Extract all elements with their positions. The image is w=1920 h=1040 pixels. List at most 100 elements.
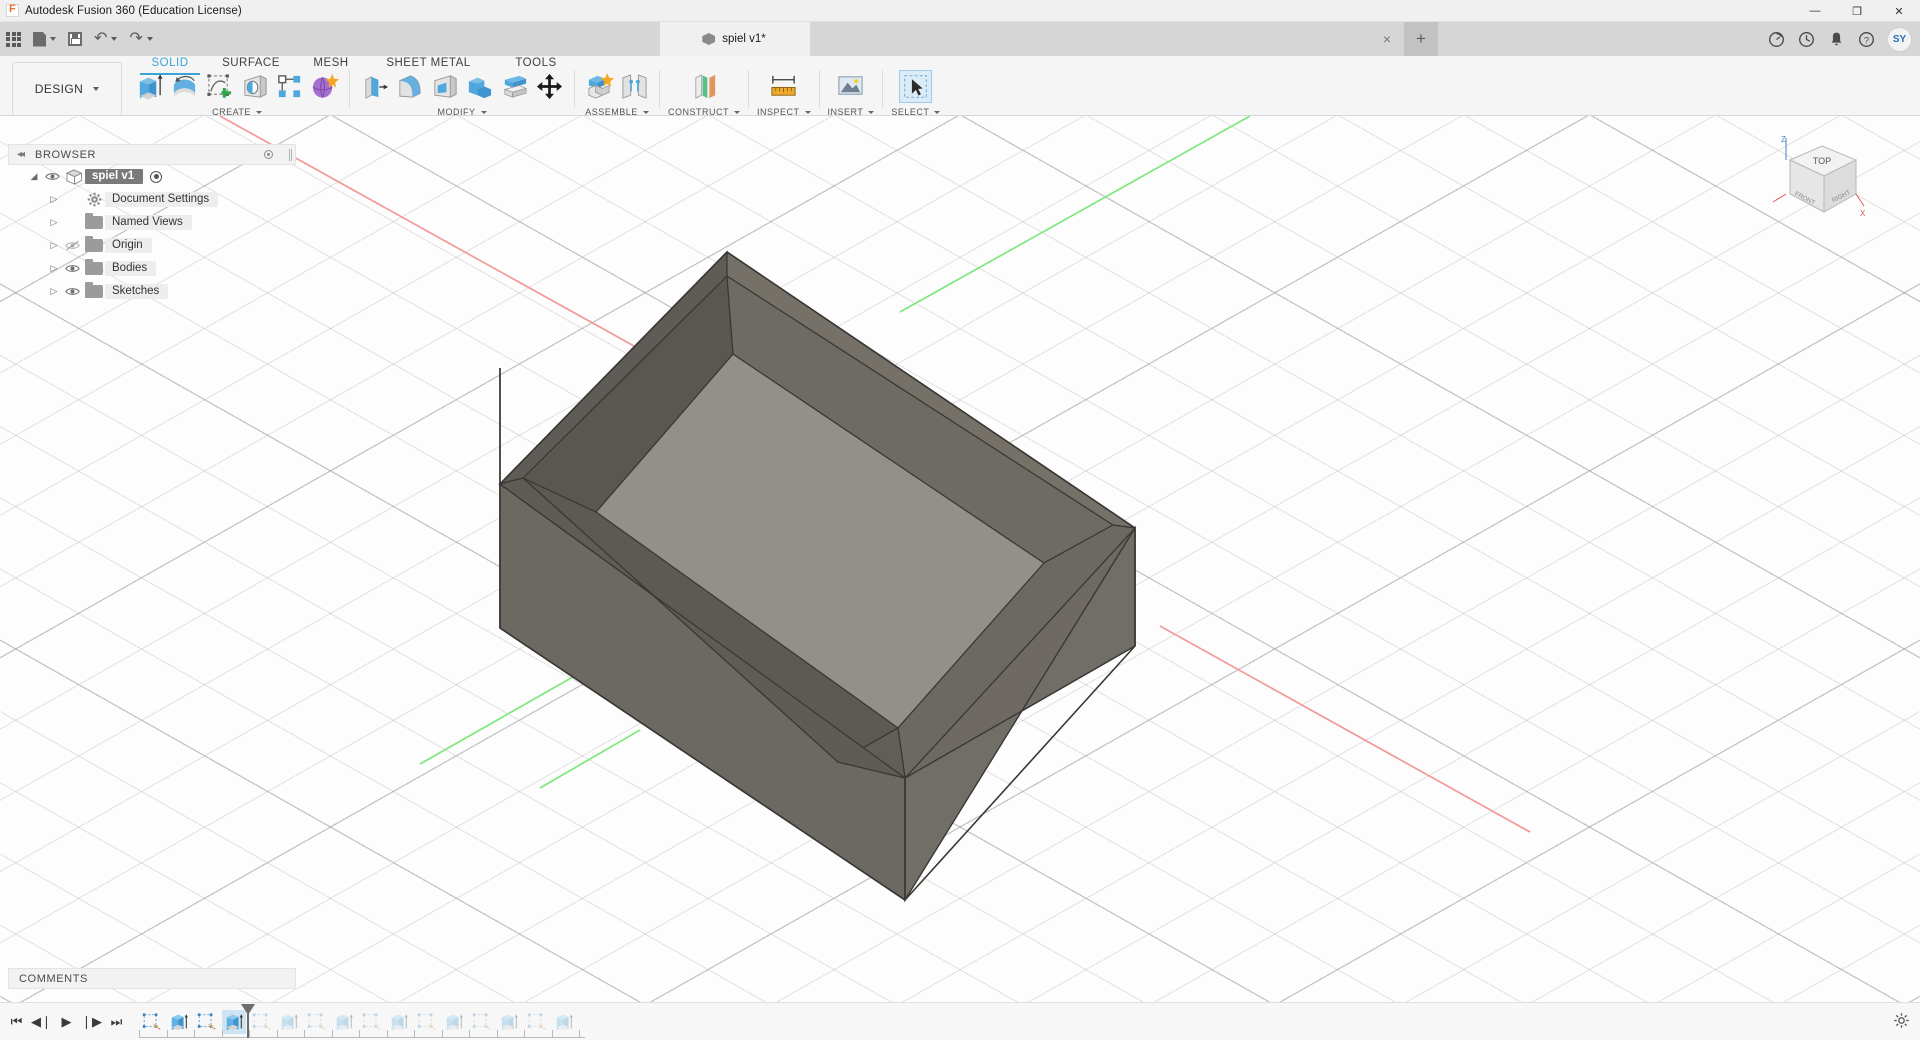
timeline-ruler	[139, 1029, 585, 1038]
gear-icon	[83, 192, 105, 207]
save-button[interactable]	[62, 22, 88, 56]
workspace-selector[interactable]: DESIGN	[12, 62, 122, 116]
redo-button[interactable]: ↷	[123, 22, 158, 56]
insert-mcmaster-icon[interactable]	[834, 70, 867, 103]
timeline-settings-gear-icon[interactable]	[1893, 1012, 1910, 1034]
document-tab-label: spiel v1*	[722, 33, 766, 45]
redo-icon: ↷	[129, 30, 143, 47]
chevron-down-icon	[934, 110, 941, 114]
press-pull-icon[interactable]	[358, 70, 391, 103]
maximize-button[interactable]: ❐	[1836, 0, 1878, 22]
move-copy-icon[interactable]	[533, 70, 566, 103]
ribbon-group-inspect: INSPECT	[754, 70, 814, 117]
hole-icon[interactable]	[238, 70, 271, 103]
chevron-down-icon	[868, 110, 875, 114]
document-tab-strip: spiel v1*	[660, 22, 810, 56]
close-tab-icon[interactable]: ×	[1370, 22, 1404, 56]
browser-tree-item-document-settings[interactable]: ▷ Document Settings	[8, 188, 296, 211]
panel-options-icon[interactable]	[264, 150, 273, 159]
timeline-feature-track[interactable]	[139, 1003, 585, 1038]
ribbon-group-insert: INSERT	[825, 70, 878, 117]
folder-icon	[83, 259, 105, 275]
help-icon[interactable]: ?	[1852, 25, 1880, 53]
tree-item-label: Origin	[105, 238, 152, 253]
browser-tree-item-named-views[interactable]: ▷ Named Views	[8, 211, 296, 234]
timeline-tick	[139, 1029, 140, 1037]
fusion360-application-window: Autodesk Fusion 360 (Education License) …	[0, 0, 1920, 1040]
play-button[interactable]: ▶	[54, 1009, 79, 1035]
new-document-button[interactable]	[27, 22, 62, 56]
recent-activity-icon[interactable]	[1792, 25, 1820, 53]
collapse-panel-icon[interactable]: ◂◂	[17, 149, 25, 160]
bell-icon[interactable]	[1822, 25, 1850, 53]
offset-plane-icon[interactable]	[688, 70, 721, 103]
ribbon-group-select: SELECT	[888, 70, 943, 117]
tree-expand-icon[interactable]: ▷	[46, 240, 62, 251]
tree-item-label: Named Views	[105, 215, 192, 230]
ribbon-group-construct: CONSTRUCT	[665, 70, 743, 117]
shell-icon[interactable]	[428, 70, 461, 103]
job-status-icon[interactable]	[1762, 25, 1790, 53]
tree-expand-icon[interactable]: ▷	[46, 217, 62, 228]
tree-item-label: Bodies	[105, 261, 157, 276]
timeline-tick	[441, 1029, 443, 1037]
browser-header[interactable]: ◂◂ BROWSER	[8, 144, 296, 165]
divider	[882, 70, 884, 108]
eye-icon[interactable]	[62, 286, 83, 297]
fusion-logo-icon	[6, 3, 19, 17]
fillet-icon[interactable]	[393, 70, 426, 103]
measure-icon[interactable]	[767, 70, 800, 103]
document-tab-spiel[interactable]: spiel v1*	[660, 22, 810, 56]
tree-expand-open-icon[interactable]: ◢	[26, 171, 42, 182]
eye-off-icon[interactable]	[62, 240, 83, 251]
tree-expand-icon[interactable]: ▷	[46, 286, 62, 297]
tree-expand-icon[interactable]: ▷	[46, 263, 62, 274]
browser-tree-item-origin[interactable]: ▷ Origin	[8, 234, 296, 257]
combine-icon[interactable]	[463, 70, 496, 103]
comments-title: COMMENTS	[19, 972, 88, 985]
browser-tree-item-bodies[interactable]: ▷ Bodies	[8, 257, 296, 280]
title-bar: Autodesk Fusion 360 (Education License) …	[0, 0, 1920, 22]
timeline-playhead[interactable]	[240, 1003, 255, 1038]
timeline-tick	[359, 1029, 360, 1037]
divider	[574, 70, 575, 108]
close-button[interactable]: ✕	[1878, 0, 1920, 22]
chevron-down-icon	[804, 110, 811, 114]
create-sketch-icon[interactable]	[203, 70, 236, 103]
step-forward-button[interactable]: ❘▶	[79, 1009, 104, 1035]
undo-icon: ↶	[94, 30, 108, 47]
new-tab-button[interactable]: +	[1404, 22, 1438, 56]
joint-icon[interactable]	[618, 70, 651, 103]
minimize-button[interactable]: —	[1794, 0, 1836, 22]
pattern-icon[interactable]	[273, 70, 306, 103]
undo-button[interactable]: ↶	[88, 22, 123, 56]
revolve-icon[interactable]	[168, 70, 201, 103]
apps-grid-icon[interactable]	[0, 22, 27, 56]
comments-panel-header[interactable]: COMMENTS	[8, 968, 296, 989]
account-toolbar: ? SY	[1762, 22, 1920, 56]
ribbon-group-modify: MODIFY	[355, 70, 569, 117]
tree-expand-icon[interactable]: ▷	[46, 194, 62, 205]
select-arrow-icon[interactable]	[899, 70, 933, 103]
panel-resize-handle[interactable]	[289, 148, 292, 161]
step-back-button[interactable]: ◀❘	[29, 1009, 54, 1035]
create-form-icon[interactable]	[308, 70, 341, 103]
model-box-body	[498, 250, 1137, 903]
eye-icon[interactable]	[62, 263, 83, 274]
extrude-icon[interactable]	[133, 70, 166, 103]
jump-to-end-button[interactable]: ⏭	[104, 1009, 129, 1035]
timeline-playback-controls: ⏮ ◀❘ ▶ ❘▶ ⏭	[4, 1009, 129, 1035]
avatar[interactable]: SY	[1887, 26, 1912, 52]
document-tab-controls: × +	[1370, 22, 1438, 56]
browser-tree-item-sketches[interactable]: ▷ Sketches	[8, 280, 296, 303]
jump-to-beginning-button[interactable]: ⏮	[4, 1009, 29, 1035]
eye-icon[interactable]	[42, 171, 63, 182]
new-component-icon[interactable]	[583, 70, 616, 103]
timeline-tick	[221, 1029, 223, 1037]
view-cube[interactable]: TOP FRONT RIGHT Z X	[1760, 130, 1880, 240]
activate-component-radio[interactable]	[150, 170, 163, 183]
document-cube-icon	[702, 33, 716, 45]
browser-tree-item-spiel-v1[interactable]: ◢ spiel v1	[8, 165, 296, 188]
offset-face-icon[interactable]	[498, 70, 531, 103]
timeline-tick	[276, 1029, 278, 1037]
